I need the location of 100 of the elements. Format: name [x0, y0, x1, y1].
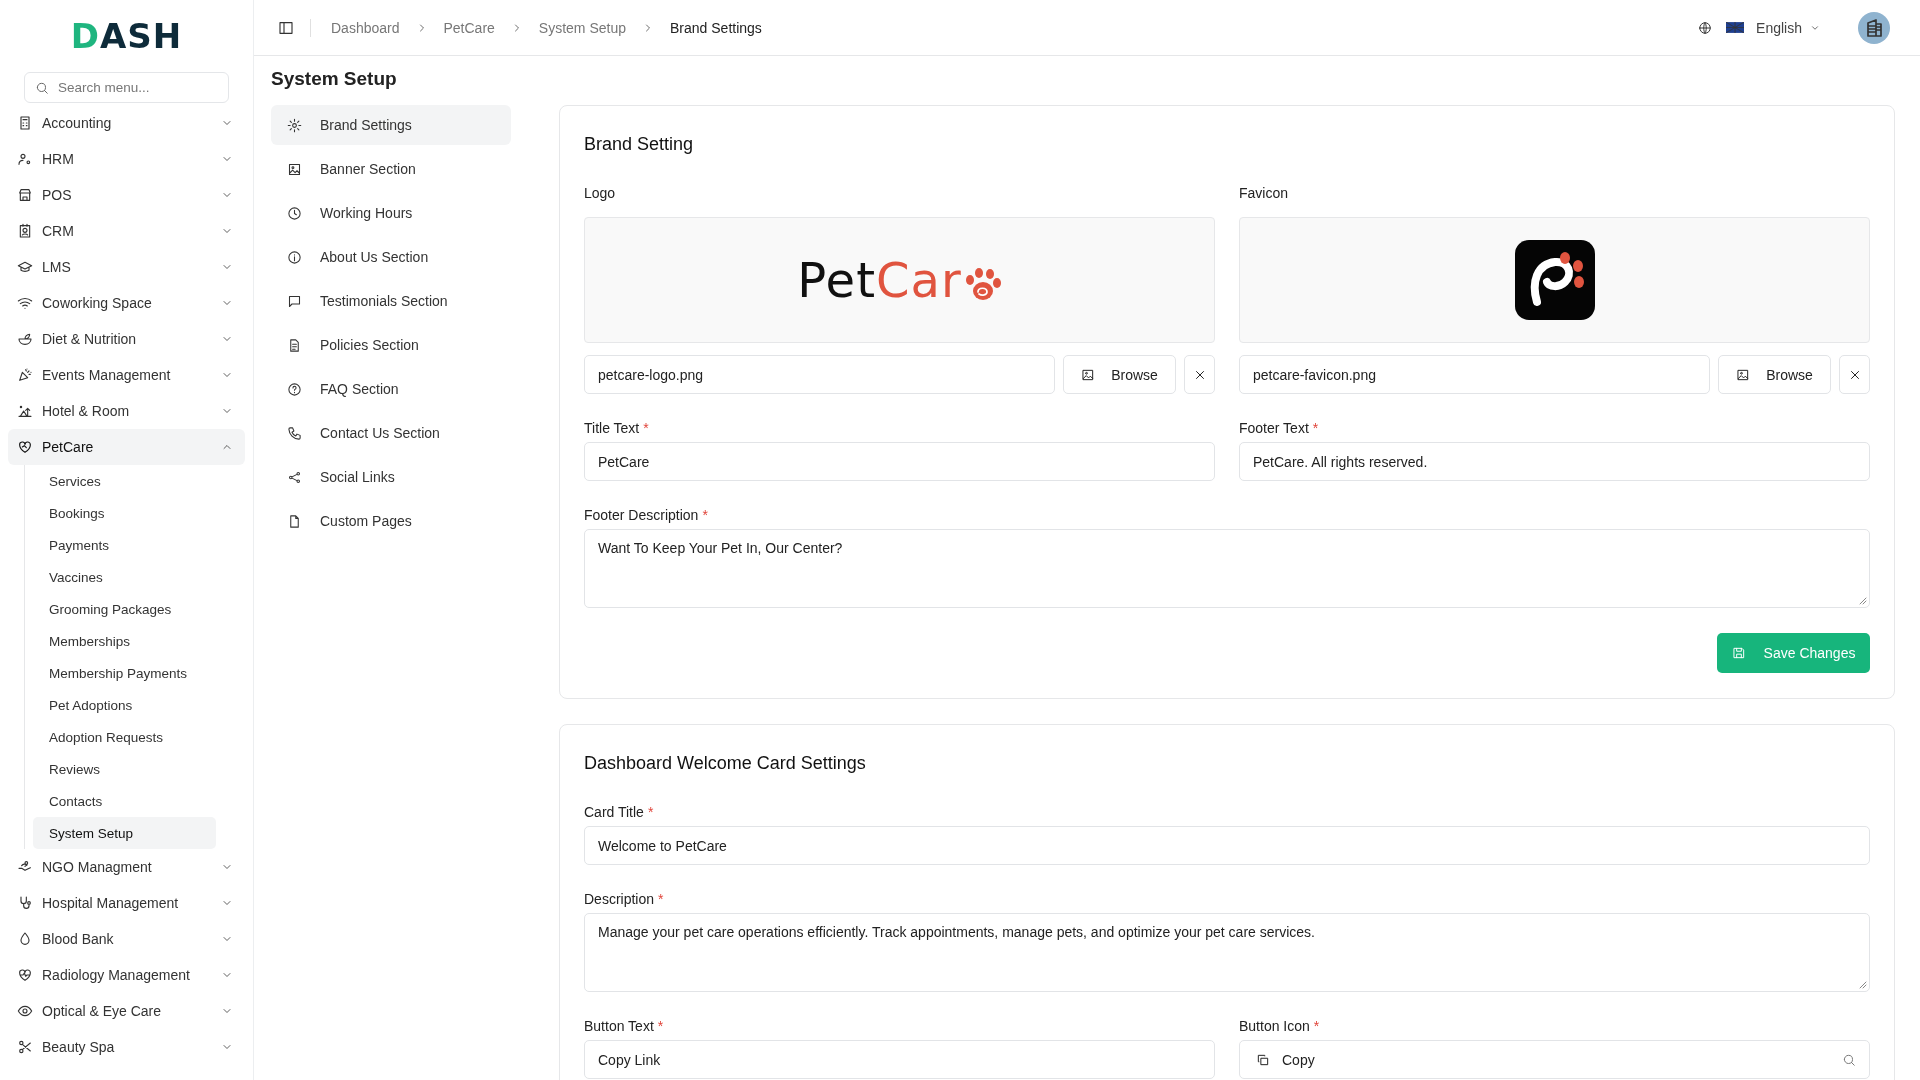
- icon-select[interactable]: Copy: [1239, 1040, 1870, 1079]
- help-icon: [287, 381, 302, 397]
- required-asterisk: *: [1313, 1018, 1320, 1034]
- copy-icon: [1256, 1052, 1270, 1067]
- submenu-item[interactable]: Vaccines: [33, 561, 216, 593]
- hotel-icon: [17, 403, 33, 419]
- settings-nav-item[interactable]: Brand Settings: [271, 105, 511, 145]
- field-label: Logo: [584, 185, 617, 201]
- bowl-icon: [17, 331, 33, 347]
- menu-item[interactable]: NGO Managment: [8, 849, 245, 885]
- document-icon: [287, 337, 302, 353]
- required-asterisk: *: [657, 1018, 664, 1034]
- calculator-icon: [17, 115, 33, 131]
- menu-item[interactable]: POS: [8, 177, 245, 213]
- file-name-field[interactable]: petcare-logo.png: [584, 355, 1055, 394]
- field-label: Button Text: [584, 1018, 654, 1034]
- browse-button[interactable]: Browse: [1718, 355, 1831, 394]
- text-field[interactable]: PetCare. All rights reserved.: [1239, 442, 1870, 481]
- settings-nav-item[interactable]: Contact Us Section: [271, 413, 511, 453]
- search-field[interactable]: Search menu...: [24, 72, 229, 103]
- info-icon: [287, 249, 302, 265]
- submenu-item[interactable]: Membership Payments: [33, 657, 216, 689]
- submenu-item[interactable]: Payments: [33, 529, 216, 561]
- menu-item[interactable]: Radiology Management: [8, 957, 245, 993]
- submenu-item[interactable]: Contacts: [33, 785, 216, 817]
- submenu-item[interactable]: Adoption Requests: [33, 721, 216, 753]
- settings-nav-item[interactable]: Working Hours: [271, 193, 511, 233]
- text-field[interactable]: Welcome to PetCare: [584, 826, 1870, 865]
- text-area[interactable]: Manage your pet care operations efficiently. Track appointments, manage pets, and optimize your pet care services.: [584, 913, 1870, 992]
- language-selector[interactable]: English: [1756, 19, 1802, 36]
- breadcrumb-link[interactable]: System Setup: [538, 19, 626, 36]
- required-asterisk: *: [1312, 420, 1319, 436]
- menu-item[interactable]: Hotel & Room: [8, 393, 245, 429]
- graduation-cap-icon: [17, 259, 33, 275]
- menu-item[interactable]: Events Management: [8, 357, 245, 393]
- breadcrumb-current: Brand Settings: [670, 19, 762, 36]
- settings-nav-item[interactable]: Banner Section: [271, 149, 511, 189]
- menu-item[interactable]: Hospital Management: [8, 885, 245, 921]
- image-icon: [287, 161, 302, 177]
- clock-icon: [287, 205, 302, 221]
- field-label: Button Icon: [1239, 1018, 1310, 1034]
- submenu-item[interactable]: System Setup: [33, 817, 216, 849]
- settings-nav-item[interactable]: Custom Pages: [271, 501, 511, 541]
- settings-nav-item[interactable]: FAQ Section: [271, 369, 511, 409]
- globe-icon: [1698, 20, 1713, 35]
- menu-item[interactable]: Diet & Nutrition: [8, 321, 245, 357]
- settings-nav-item[interactable]: Policies Section: [271, 325, 511, 365]
- resize-grip-icon: [1859, 597, 1867, 605]
- submenu-item[interactable]: Memberships: [33, 625, 216, 657]
- sidebar-toggle-icon[interactable]: [278, 19, 294, 36]
- uk-flag-icon: [1726, 22, 1745, 33]
- menu-item[interactable]: PetCare: [8, 429, 245, 465]
- submenu-item[interactable]: Grooming Packages: [33, 593, 216, 625]
- required-asterisk: *: [647, 804, 654, 820]
- field-label: Favicon: [1239, 185, 1290, 201]
- menu-item[interactable]: Coworking Space: [8, 285, 245, 321]
- scissors-icon: [17, 1039, 33, 1055]
- submenu-item[interactable]: Pet Adoptions: [33, 689, 216, 721]
- card-title: Dashboard Welcome Card Settings: [584, 753, 867, 774]
- save-icon: [1731, 646, 1746, 660]
- field-label: Footer Text: [1239, 420, 1309, 436]
- search-icon: [35, 81, 49, 95]
- field-label: Footer Description: [584, 507, 699, 523]
- menu-item[interactable]: LMS: [8, 249, 245, 285]
- file-icon: [287, 513, 302, 529]
- page-title: System Setup: [271, 68, 398, 90]
- settings-nav-item[interactable]: Testimonials Section: [271, 281, 511, 321]
- share-icon: [287, 469, 302, 485]
- text-field[interactable]: PetCare: [584, 442, 1215, 481]
- submenu-item[interactable]: Services: [33, 465, 216, 497]
- submenu-item[interactable]: Reviews: [33, 753, 216, 785]
- settings-nav-item[interactable]: About Us Section: [271, 237, 511, 277]
- settings-icon: [287, 117, 302, 133]
- breadcrumb-link[interactable]: PetCare: [443, 19, 495, 36]
- browse-button[interactable]: Browse: [1063, 355, 1176, 394]
- petcare-logo: PetCar: [797, 252, 1002, 308]
- phone-icon: [287, 425, 302, 441]
- required-asterisk: *: [702, 507, 708, 523]
- avatar[interactable]: [1858, 11, 1890, 44]
- text-area[interactable]: Want To Keep Your Pet In, Our Center?: [584, 529, 1870, 608]
- menu-item[interactable]: Optical & Eye Care: [8, 993, 245, 1029]
- resize-grip-icon: [1859, 981, 1867, 989]
- contact-card-icon: [17, 223, 33, 239]
- menu-item[interactable]: HRM: [8, 141, 245, 177]
- heart-icon: [17, 439, 33, 455]
- file-name-field[interactable]: petcare-favicon.png: [1239, 355, 1710, 394]
- menu-item[interactable]: Blood Bank: [8, 921, 245, 957]
- menu-item[interactable]: Accounting: [8, 105, 245, 141]
- image-icon: [1081, 367, 1096, 382]
- breadcrumb-link[interactable]: Dashboard: [331, 19, 400, 36]
- card-title: Brand Setting: [584, 134, 695, 155]
- text-field[interactable]: Copy Link: [584, 1040, 1215, 1079]
- required-asterisk: *: [643, 420, 649, 436]
- menu-item[interactable]: CRM: [8, 213, 245, 249]
- settings-nav-item[interactable]: Social Links: [271, 457, 511, 497]
- menu-item[interactable]: Beauty Spa: [8, 1029, 245, 1065]
- submenu-item[interactable]: Bookings: [33, 497, 216, 529]
- field-label: Description: [584, 891, 655, 907]
- drop-icon: [17, 931, 33, 947]
- search-icon: [1842, 1052, 1856, 1067]
